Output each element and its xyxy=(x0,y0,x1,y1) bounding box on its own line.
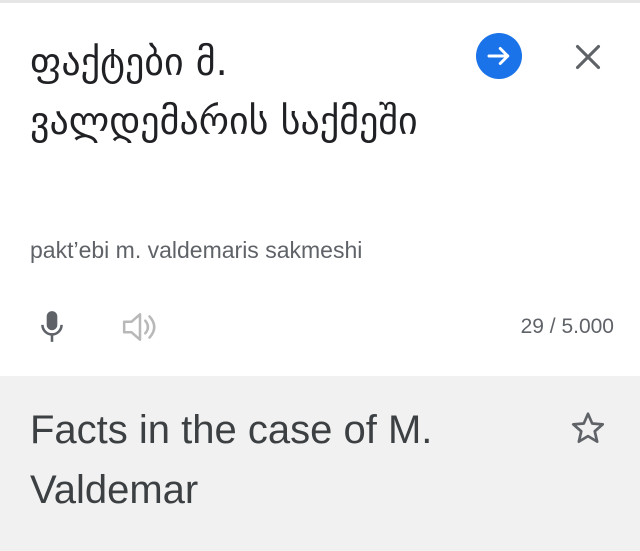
save-translation-button[interactable] xyxy=(566,406,610,450)
listen-button[interactable] xyxy=(118,305,162,349)
translation-text: Facts in the case of M. Valdemar xyxy=(30,408,433,512)
microphone-icon xyxy=(41,311,63,342)
result-panel: Facts in the case of M. Valdemar xyxy=(0,376,640,551)
source-text[interactable]: ფაქტები მ. ვალდემარის საქმეში xyxy=(30,33,460,151)
speaker-icon xyxy=(122,313,156,341)
translate-go-button[interactable] xyxy=(476,33,522,79)
voice-input-button[interactable] xyxy=(30,305,74,349)
transliteration: pakt’ebi m. valdemaris sakmeshi xyxy=(30,237,363,263)
source-panel: ფაქტები მ. ვალდემარის საქმეში pakt’ebi m… xyxy=(0,3,640,376)
character-count: 29 / 5.000 xyxy=(520,315,614,338)
clear-button[interactable] xyxy=(566,35,610,79)
star-icon xyxy=(571,412,605,443)
close-icon xyxy=(575,44,601,70)
arrow-right-icon xyxy=(487,47,510,65)
